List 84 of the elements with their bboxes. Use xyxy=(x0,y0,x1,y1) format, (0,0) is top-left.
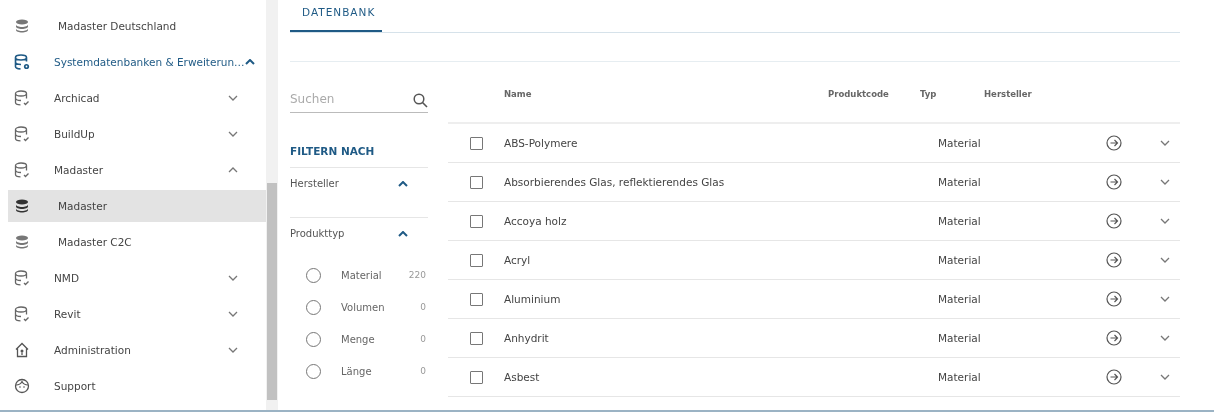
arrow-circle-icon[interactable] xyxy=(1106,369,1122,385)
table-cell-text: Material xyxy=(938,371,982,383)
option-label: Länge xyxy=(341,365,373,377)
checkbox[interactable] xyxy=(469,136,483,150)
column-header[interactable]: Typ xyxy=(920,89,984,99)
filter-heading: FILTERN NACH xyxy=(290,145,376,157)
chevron-down-icon xyxy=(228,347,238,353)
option-label: Material xyxy=(341,269,383,281)
table-cell-text: Material xyxy=(938,137,982,149)
sidebar-item[interactable]: Madaster C2C xyxy=(8,226,266,258)
sidebar-item[interactable]: Madaster Deutschland xyxy=(8,10,266,42)
option-count: 220 xyxy=(408,270,427,280)
table-cell-text: Material xyxy=(938,254,982,266)
database-check-icon xyxy=(14,90,30,106)
option-count: 0 xyxy=(420,334,427,344)
database-gear-icon xyxy=(14,54,30,70)
scrollbar[interactable] xyxy=(266,0,278,410)
table-cell-text: Material xyxy=(938,176,982,188)
chevron-up-icon xyxy=(398,230,408,237)
chevron-down-icon xyxy=(228,275,238,281)
chevron-down-icon[interactable] xyxy=(1160,296,1170,302)
chevron-down-icon xyxy=(228,95,238,101)
database-check-icon xyxy=(14,306,30,322)
filter-group-header[interactable]: Hersteller xyxy=(290,168,428,209)
chevron-down-icon[interactable] xyxy=(1160,218,1170,224)
chevron-up-icon xyxy=(244,59,255,65)
house-icon xyxy=(14,342,30,358)
option-count: 0 xyxy=(420,366,427,376)
sidebar-item[interactable]: Support xyxy=(8,370,266,402)
support-icon xyxy=(14,378,30,394)
chevron-down-icon[interactable] xyxy=(1160,257,1170,263)
chevron-down-icon xyxy=(228,131,238,137)
table-cell-text: Absorbierendes Glas, reflektierendes Glas xyxy=(504,176,726,188)
chevron-up-icon xyxy=(398,180,408,187)
table-cell-text: ABS-Polymere xyxy=(504,137,579,149)
column-header[interactable]: Hersteller xyxy=(984,89,1180,99)
database-check-icon xyxy=(14,270,30,286)
table-cell-text: Aluminium xyxy=(504,293,562,305)
search-icon xyxy=(413,92,428,108)
sidebar-item[interactable]: NMD xyxy=(8,262,266,294)
arrow-circle-icon[interactable] xyxy=(1106,252,1122,268)
sidebar-item[interactable]: Administration xyxy=(8,334,266,366)
table-cell-text: Anhydrit xyxy=(504,332,550,344)
sidebar-item[interactable]: Systemdatenbanken & Erweiterun… xyxy=(8,46,266,78)
sidebar-item[interactable]: Revit xyxy=(8,298,266,330)
table-cell-text: Material xyxy=(938,293,982,305)
checkbox[interactable] xyxy=(469,175,483,189)
sidebar-item[interactable]: Madaster xyxy=(8,154,266,186)
option-count: 0 xyxy=(420,302,427,312)
table-cell-text: Material xyxy=(938,332,982,344)
filter-group-header[interactable]: Produkttyp xyxy=(290,218,428,259)
database-icon xyxy=(14,199,30,213)
database-check-icon xyxy=(14,126,30,142)
database-check-icon xyxy=(14,162,30,178)
checkbox[interactable] xyxy=(469,370,483,384)
table-cell-text: Acryl xyxy=(504,254,532,266)
arrow-circle-icon[interactable] xyxy=(1106,330,1122,346)
chevron-down-icon[interactable] xyxy=(1160,140,1170,146)
arrow-circle-icon[interactable] xyxy=(1106,174,1122,190)
arrow-circle-icon[interactable] xyxy=(1106,135,1122,151)
option-label: Menge xyxy=(341,333,376,345)
sidebar-item[interactable]: BuildUp xyxy=(8,118,266,150)
checkbox[interactable] xyxy=(469,292,483,306)
checkbox[interactable] xyxy=(469,214,483,228)
arrow-circle-icon[interactable] xyxy=(1106,213,1122,229)
option-label: Volumen xyxy=(341,301,386,313)
chevron-down-icon[interactable] xyxy=(1160,374,1170,380)
database-icon xyxy=(14,19,30,33)
sidebar-item[interactable]: Archicad xyxy=(8,82,266,114)
sidebar-item[interactable]: Madaster xyxy=(8,190,266,222)
column-header[interactable]: Produktcode xyxy=(828,89,920,99)
table-cell-text: Accoya holz xyxy=(504,215,568,227)
checkbox[interactable] xyxy=(469,253,483,267)
column-header[interactable]: Name xyxy=(504,89,828,99)
arrow-circle-icon[interactable] xyxy=(1106,291,1122,307)
chevron-up-icon xyxy=(228,167,238,173)
chevron-down-icon[interactable] xyxy=(1160,179,1170,185)
table-cell-text: Asbest xyxy=(504,371,541,383)
database-icon xyxy=(14,235,30,249)
tab[interactable]: DATENBANK xyxy=(290,0,382,32)
chevron-down-icon[interactable] xyxy=(1160,335,1170,341)
checkbox[interactable] xyxy=(469,331,483,345)
chevron-down-icon xyxy=(228,311,238,317)
table-cell-text: Material xyxy=(938,215,982,227)
